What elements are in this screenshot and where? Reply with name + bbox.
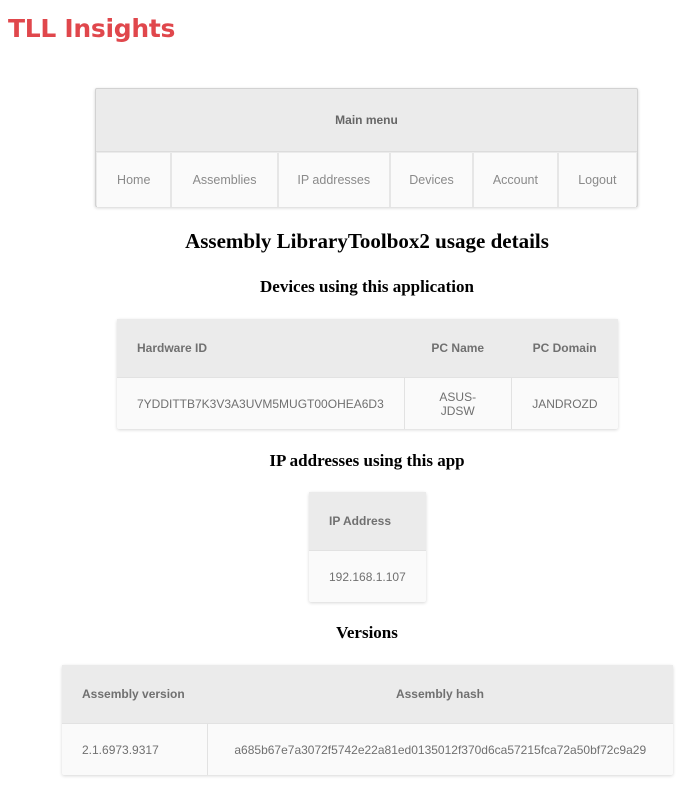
nav-ip-addresses[interactable]: IP addresses [278,153,391,207]
nav-home[interactable]: Home [97,153,173,207]
assembly-hash-cell: a685b67e7a3072f5742e22a81ed0135012f370d6… [234,742,647,757]
column-header-pc-domain: PC Domain [511,319,618,378]
column-header-hardware-id: Hardware ID [117,319,405,378]
nav-account[interactable]: Account [474,153,559,207]
pc-name-cell: ASUS-JDSW [404,377,512,429]
main-menu-header: Main menu [96,89,637,152]
main-menu: Main menu Home Assemblies IP addresses D… [95,88,638,207]
pc-domain-cell: JANDROZD [532,396,598,411]
nav-devices[interactable]: Devices [390,153,475,207]
nav-logout[interactable]: Logout [558,153,637,207]
ip-address-cell: 192.168.1.107 [329,569,406,584]
ips-heading: IP addresses using this app [269,451,465,470]
column-header-assembly-version: Assembly version [62,665,207,724]
page-title: Assembly LibraryToolbox2 usage details [185,229,549,253]
main-menu-nav: Home Assemblies IP addresses Devices Acc… [96,152,637,208]
devices-heading: Devices using this application [260,277,474,296]
devices-header-row: Hardware ID PC Name PC Domain [117,319,618,378]
nav-assemblies[interactable]: Assemblies [172,153,279,207]
column-header-assembly-hash: Assembly hash [207,665,673,724]
column-header-pc-name: PC Name [404,319,512,378]
ips-table: IP Address 192.168.1.107 [309,492,426,602]
devices-table: Hardware ID PC Name PC Domain 7YDDITTB7K… [117,319,618,429]
table-row: 7YDDITTB7K3V3A3UVM5MUGT00OHEA6D3 ASUS-JD… [117,377,618,429]
hardware-id-cell: 7YDDITTB7K3V3A3UVM5MUGT00OHEA6D3 [117,377,405,429]
versions-table: Assembly version Assembly hash 2.1.6973.… [62,665,673,775]
versions-header-row: Assembly version Assembly hash [62,665,673,724]
ips-header-row: IP Address [309,492,426,551]
versions-heading: Versions [336,623,398,642]
table-row: 2.1.6973.9317 a685b67e7a3072f5742e22a81e… [62,723,673,775]
brand-title: TLL Insights [8,14,176,43]
column-header-ip-address: IP Address [309,492,426,551]
assembly-version-cell: 2.1.6973.9317 [62,723,208,775]
table-row: 192.168.1.107 [309,551,426,603]
